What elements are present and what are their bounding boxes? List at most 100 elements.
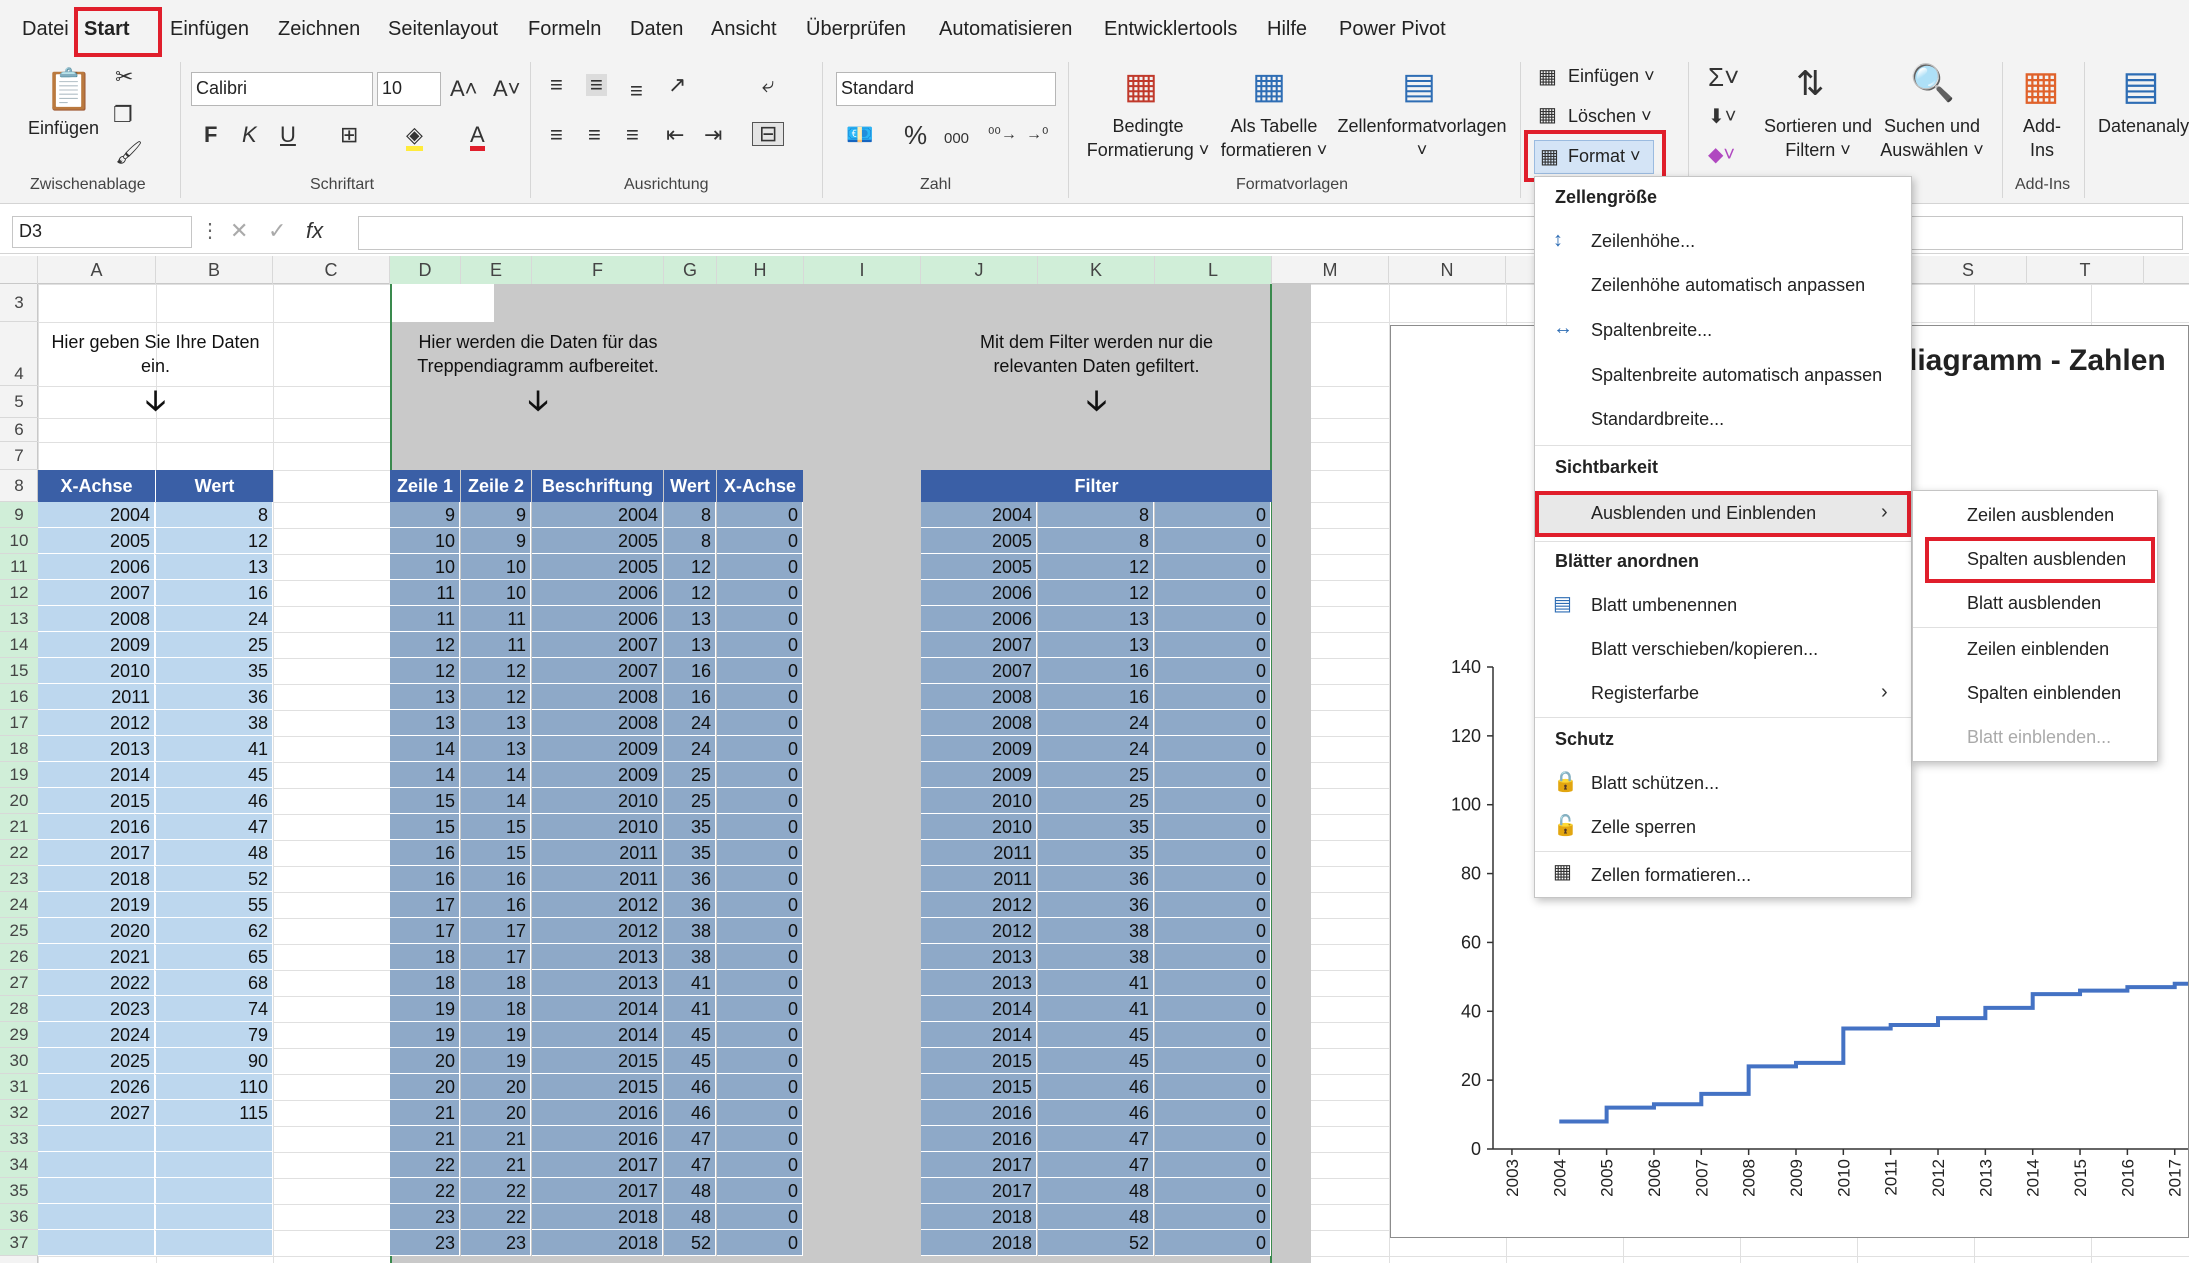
row-header[interactable]: 30 [0,1048,38,1074]
row-header[interactable]: 31 [0,1074,38,1100]
input-value[interactable]: 38 [156,710,273,736]
filter-cell[interactable]: 2007 [921,658,1037,684]
prep-cell[interactable]: 16 [390,866,460,892]
paste-button[interactable]: Einfügen [28,116,99,140]
prep-cell[interactable]: 0 [717,996,803,1022]
shrink-font-icon[interactable]: A˅ [493,78,521,100]
filter-cell[interactable]: 2017 [921,1152,1037,1178]
conditional-format-button[interactable]: Bedingte Formatierung ˅ [1074,114,1222,162]
prep-cell[interactable]: 11 [461,606,531,632]
filter-cell[interactable]: 0 [1155,1048,1271,1074]
prep-cell[interactable]: 2004 [532,502,663,528]
row-header[interactable]: 21 [0,814,38,840]
filter-cell[interactable]: 0 [1155,866,1271,892]
menu-row-height[interactable]: Zeilenhöhe... [1591,231,1695,252]
prep-cell[interactable]: 2018 [532,1230,663,1256]
header-wert[interactable]: Wert [156,470,273,502]
input-value[interactable]: 55 [156,892,273,918]
prep-cell[interactable]: 0 [717,658,803,684]
prep-cell[interactable]: 24 [664,710,716,736]
insert-cells-button[interactable]: Einfügen ˅ [1568,64,1655,88]
filter-cell[interactable]: 2012 [921,892,1037,918]
row-header[interactable]: 20 [0,788,38,814]
sort-filter-icon[interactable]: ⇅ [1796,64,1825,104]
prep-cell[interactable]: 16 [664,684,716,710]
input-value[interactable]: 110 [156,1074,273,1100]
input-value[interactable] [156,1178,273,1204]
row-header[interactable]: 5 [0,386,38,418]
border-icon[interactable]: ⊞ [340,124,358,146]
row-header[interactable]: 37 [0,1230,38,1256]
input-value[interactable] [156,1230,273,1256]
filter-cell[interactable]: 0 [1155,580,1271,606]
input-value[interactable]: 8 [156,502,273,528]
input-value[interactable]: 16 [156,580,273,606]
col-header[interactable]: K [1038,256,1155,284]
number-format-select[interactable]: Standard [836,72,1056,106]
header-wert[interactable]: Wert [664,470,716,502]
col-header[interactable]: F [532,256,664,284]
header-x-achse[interactable]: X-Achse [38,470,155,502]
align-center-icon[interactable]: ≡ [588,124,601,146]
prep-cell[interactable]: 8 [664,528,716,554]
filter-cell[interactable]: 25 [1038,762,1154,788]
tab-einfuegen[interactable]: Einfügen [170,18,249,41]
filter-cell[interactable]: 0 [1155,814,1271,840]
filter-cell[interactable]: 52 [1038,1230,1154,1256]
filter-cell[interactable]: 0 [1155,1100,1271,1126]
prep-cell[interactable]: 0 [717,944,803,970]
filter-cell[interactable]: 47 [1038,1126,1154,1152]
prep-cell[interactable]: 13 [664,606,716,632]
cell-styles-icon[interactable]: ▤ [1402,66,1436,106]
input-value[interactable]: 115 [156,1100,273,1126]
filter-cell[interactable]: 2015 [921,1074,1037,1100]
input-value[interactable]: 47 [156,814,273,840]
row-header[interactable]: 11 [0,554,38,580]
prep-cell[interactable]: 48 [664,1178,716,1204]
data-analysis-button[interactable]: Datenanaly [2098,114,2189,138]
input-value[interactable]: 48 [156,840,273,866]
prep-cell[interactable]: 16 [390,840,460,866]
filter-cell[interactable]: 12 [1038,554,1154,580]
bold-icon[interactable]: F [204,124,217,146]
find-select-icon[interactable]: 🔍 [1910,62,1955,104]
filter-cell[interactable]: 2014 [921,996,1037,1022]
input-value[interactable]: 46 [156,788,273,814]
prep-cell[interactable]: 0 [717,528,803,554]
cell-d3[interactable] [390,284,494,322]
row-header[interactable]: 36 [0,1204,38,1230]
prep-cell[interactable]: 13 [390,710,460,736]
row-header[interactable]: 15 [0,658,38,684]
prep-cell[interactable]: 12 [390,632,460,658]
prep-cell[interactable]: 41 [664,996,716,1022]
filter-cell[interactable]: 0 [1155,606,1271,632]
filter-cell[interactable]: 2011 [921,840,1037,866]
indent-increase-icon[interactable]: ⇥ [704,124,722,146]
prep-cell[interactable]: 2005 [532,554,663,580]
prep-cell[interactable]: 2008 [532,710,663,736]
row-header[interactable]: 9 [0,502,38,528]
row-header[interactable]: 19 [0,762,38,788]
prep-cell[interactable]: 22 [461,1178,531,1204]
filter-cell[interactable]: 24 [1038,710,1154,736]
prep-cell[interactable]: 2006 [532,606,663,632]
filter-cell[interactable]: 0 [1155,1178,1271,1204]
clear-icon[interactable]: ◆˅ [1708,144,1735,166]
addins-button[interactable]: Add- Ins [2014,114,2070,162]
prep-cell[interactable]: 48 [664,1204,716,1230]
prep-cell[interactable]: 2015 [532,1048,663,1074]
cell-styles-button[interactable]: Zellenformatvorlagen ˅ [1336,114,1508,162]
input-year[interactable]: 2023 [38,996,155,1022]
prep-cell[interactable]: 2005 [532,528,663,554]
prep-cell[interactable]: 17 [390,918,460,944]
filter-cell[interactable]: 0 [1155,892,1271,918]
filter-cell[interactable]: 0 [1155,1152,1271,1178]
filter-cell[interactable]: 0 [1155,996,1271,1022]
prep-cell[interactable]: 2009 [532,762,663,788]
filter-cell[interactable]: 0 [1155,1204,1271,1230]
filter-cell[interactable]: 45 [1038,1048,1154,1074]
input-value[interactable]: 62 [156,918,273,944]
font-color-icon[interactable]: A [470,124,485,151]
align-right-icon[interactable]: ≡ [626,124,639,146]
prep-cell[interactable]: 0 [717,684,803,710]
